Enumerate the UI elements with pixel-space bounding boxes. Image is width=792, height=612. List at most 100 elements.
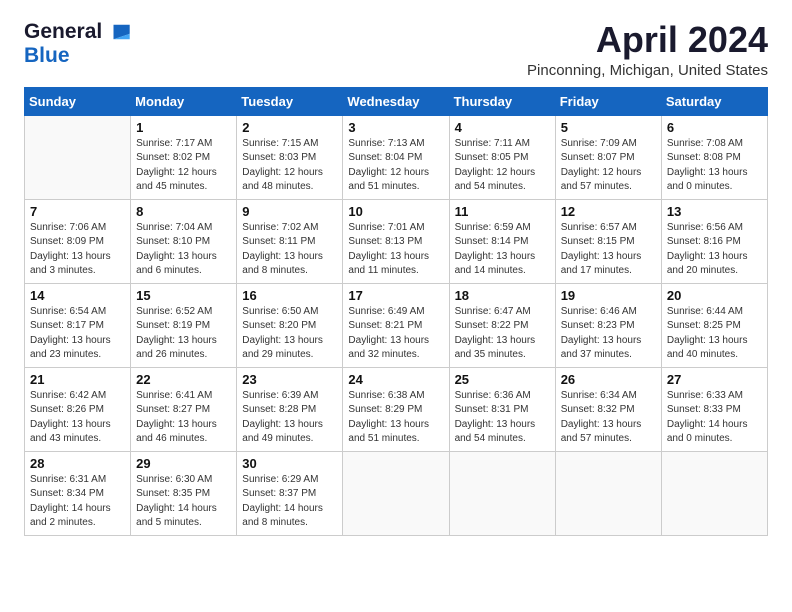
day-number: 16 bbox=[242, 288, 337, 303]
day-cell: 21 Sunrise: 6:42 AM Sunset: 8:26 PM Dayli… bbox=[25, 367, 131, 451]
logo-general: General bbox=[24, 20, 102, 44]
location-title: Pinconning, Michigan, United States bbox=[527, 62, 768, 79]
day-number: 24 bbox=[348, 372, 443, 387]
header-monday: Monday bbox=[131, 87, 237, 115]
day-info: Sunrise: 6:33 AM Sunset: 8:33 PM Dayligh… bbox=[667, 389, 762, 447]
day-number: 21 bbox=[30, 372, 125, 387]
day-info: Sunrise: 7:17 AM Sunset: 8:02 PM Dayligh… bbox=[136, 137, 231, 195]
day-cell: 8Sunrise: 7:04 AM Sunset: 8:10 PM Daylig… bbox=[131, 199, 237, 283]
day-cell bbox=[25, 115, 131, 199]
day-number: 10 bbox=[348, 204, 443, 219]
header-row: SundayMondayTuesdayWednesdayThursdayFrid… bbox=[25, 87, 768, 115]
logo-icon bbox=[104, 23, 132, 41]
day-info: Sunrise: 6:59 AM Sunset: 8:14 PM Dayligh… bbox=[455, 221, 550, 279]
day-info: Sunrise: 6:34 AM Sunset: 8:32 PM Dayligh… bbox=[561, 389, 656, 447]
day-cell: 3 Sunrise: 7:13 AM Sunset: 8:04 PM Daylig… bbox=[343, 115, 449, 199]
day-cell: 14 Sunrise: 6:54 AM Sunset: 8:17 PM Dayli… bbox=[25, 283, 131, 367]
day-info: Sunrise: 6:39 AM Sunset: 8:28 PM Dayligh… bbox=[242, 389, 337, 447]
day-info: Sunrise: 6:44 AM Sunset: 8:25 PM Dayligh… bbox=[667, 305, 762, 363]
day-info: Sunrise: 6:38 AM Sunset: 8:29 PM Dayligh… bbox=[348, 389, 443, 447]
day-number: 29 bbox=[136, 456, 231, 471]
day-cell: 27Sunrise: 6:33 AM Sunset: 8:33 PM Dayli… bbox=[661, 367, 767, 451]
day-info: Sunrise: 7:13 AM Sunset: 8:04 PM Dayligh… bbox=[348, 137, 443, 195]
day-cell bbox=[661, 451, 767, 535]
page-header: General Blue April 2024 Pinconning, Mich… bbox=[24, 20, 768, 79]
calendar-table: SundayMondayTuesdayWednesdayThursdayFrid… bbox=[24, 87, 768, 536]
day-cell bbox=[555, 451, 661, 535]
day-info: Sunrise: 7:11 AM Sunset: 8:05 PM Dayligh… bbox=[455, 137, 550, 195]
day-number: 6 bbox=[667, 120, 762, 135]
day-cell: 15 Sunrise: 6:52 AM Sunset: 8:19 PM Dayli… bbox=[131, 283, 237, 367]
day-number: 15 bbox=[136, 288, 231, 303]
day-number: 17 bbox=[348, 288, 443, 303]
week-row-5: 28Sunrise: 6:31 AM Sunset: 8:34 PM Dayli… bbox=[25, 451, 768, 535]
logo-blue: Blue bbox=[24, 44, 70, 67]
day-cell: 23 Sunrise: 6:39 AM Sunset: 8:28 PM Dayli… bbox=[237, 367, 343, 451]
day-number: 28 bbox=[30, 456, 125, 471]
week-row-3: 14 Sunrise: 6:54 AM Sunset: 8:17 PM Dayli… bbox=[25, 283, 768, 367]
day-cell: 12Sunrise: 6:57 AM Sunset: 8:15 PM Dayli… bbox=[555, 199, 661, 283]
day-number: 14 bbox=[30, 288, 125, 303]
day-cell: 13Sunrise: 6:56 AM Sunset: 8:16 PM Dayli… bbox=[661, 199, 767, 283]
day-number: 9 bbox=[242, 204, 337, 219]
day-number: 7 bbox=[30, 204, 125, 219]
day-cell: 10 Sunrise: 7:01 AM Sunset: 8:13 PM Dayli… bbox=[343, 199, 449, 283]
day-info: Sunrise: 6:42 AM Sunset: 8:26 PM Dayligh… bbox=[30, 389, 125, 447]
day-cell: 5Sunrise: 7:09 AM Sunset: 8:07 PM Daylig… bbox=[555, 115, 661, 199]
day-cell: 26 Sunrise: 6:34 AM Sunset: 8:32 PM Dayli… bbox=[555, 367, 661, 451]
day-number: 30 bbox=[242, 456, 337, 471]
day-number: 26 bbox=[561, 372, 656, 387]
day-number: 18 bbox=[455, 288, 550, 303]
day-cell: 28Sunrise: 6:31 AM Sunset: 8:34 PM Dayli… bbox=[25, 451, 131, 535]
header-saturday: Saturday bbox=[661, 87, 767, 115]
day-info: Sunrise: 6:30 AM Sunset: 8:35 PM Dayligh… bbox=[136, 473, 231, 531]
day-number: 22 bbox=[136, 372, 231, 387]
header-wednesday: Wednesday bbox=[343, 87, 449, 115]
day-number: 4 bbox=[455, 120, 550, 135]
day-cell: 19 Sunrise: 6:46 AM Sunset: 8:23 PM Dayli… bbox=[555, 283, 661, 367]
day-cell: 6 Sunrise: 7:08 AM Sunset: 8:08 PM Daylig… bbox=[661, 115, 767, 199]
day-cell: 22 Sunrise: 6:41 AM Sunset: 8:27 PM Dayli… bbox=[131, 367, 237, 451]
day-info: Sunrise: 6:46 AM Sunset: 8:23 PM Dayligh… bbox=[561, 305, 656, 363]
week-row-1: 1Sunrise: 7:17 AM Sunset: 8:02 PM Daylig… bbox=[25, 115, 768, 199]
day-info: Sunrise: 6:50 AM Sunset: 8:20 PM Dayligh… bbox=[242, 305, 337, 363]
title-area: April 2024 Pinconning, Michigan, United … bbox=[527, 20, 768, 79]
day-info: Sunrise: 6:52 AM Sunset: 8:19 PM Dayligh… bbox=[136, 305, 231, 363]
day-cell: 16 Sunrise: 6:50 AM Sunset: 8:20 PM Dayli… bbox=[237, 283, 343, 367]
day-cell: 17Sunrise: 6:49 AM Sunset: 8:21 PM Dayli… bbox=[343, 283, 449, 367]
day-cell: 1Sunrise: 7:17 AM Sunset: 8:02 PM Daylig… bbox=[131, 115, 237, 199]
day-cell bbox=[343, 451, 449, 535]
day-info: Sunrise: 6:41 AM Sunset: 8:27 PM Dayligh… bbox=[136, 389, 231, 447]
day-info: Sunrise: 7:15 AM Sunset: 8:03 PM Dayligh… bbox=[242, 137, 337, 195]
day-info: Sunrise: 6:36 AM Sunset: 8:31 PM Dayligh… bbox=[455, 389, 550, 447]
day-cell: 24 Sunrise: 6:38 AM Sunset: 8:29 PM Dayli… bbox=[343, 367, 449, 451]
day-cell: 4 Sunrise: 7:11 AM Sunset: 8:05 PM Daylig… bbox=[449, 115, 555, 199]
day-info: Sunrise: 7:08 AM Sunset: 8:08 PM Dayligh… bbox=[667, 137, 762, 195]
day-number: 5 bbox=[561, 120, 656, 135]
day-cell: 11Sunrise: 6:59 AM Sunset: 8:14 PM Dayli… bbox=[449, 199, 555, 283]
day-cell: 30 Sunrise: 6:29 AM Sunset: 8:37 PM Dayli… bbox=[237, 451, 343, 535]
day-info: Sunrise: 7:06 AM Sunset: 8:09 PM Dayligh… bbox=[30, 221, 125, 279]
day-info: Sunrise: 6:47 AM Sunset: 8:22 PM Dayligh… bbox=[455, 305, 550, 363]
day-number: 19 bbox=[561, 288, 656, 303]
day-info: Sunrise: 7:02 AM Sunset: 8:11 PM Dayligh… bbox=[242, 221, 337, 279]
day-info: Sunrise: 7:01 AM Sunset: 8:13 PM Dayligh… bbox=[348, 221, 443, 279]
header-tuesday: Tuesday bbox=[237, 87, 343, 115]
day-cell: 29 Sunrise: 6:30 AM Sunset: 8:35 PM Dayli… bbox=[131, 451, 237, 535]
day-number: 13 bbox=[667, 204, 762, 219]
day-number: 23 bbox=[242, 372, 337, 387]
logo: General Blue bbox=[24, 20, 132, 68]
day-cell bbox=[449, 451, 555, 535]
day-info: Sunrise: 6:29 AM Sunset: 8:37 PM Dayligh… bbox=[242, 473, 337, 531]
week-row-2: 7 Sunrise: 7:06 AM Sunset: 8:09 PM Daylig… bbox=[25, 199, 768, 283]
day-number: 12 bbox=[561, 204, 656, 219]
day-number: 3 bbox=[348, 120, 443, 135]
day-number: 2 bbox=[242, 120, 337, 135]
header-thursday: Thursday bbox=[449, 87, 555, 115]
day-cell: 9 Sunrise: 7:02 AM Sunset: 8:11 PM Daylig… bbox=[237, 199, 343, 283]
day-info: Sunrise: 6:54 AM Sunset: 8:17 PM Dayligh… bbox=[30, 305, 125, 363]
day-cell: 2 Sunrise: 7:15 AM Sunset: 8:03 PM Daylig… bbox=[237, 115, 343, 199]
day-cell: 7 Sunrise: 7:06 AM Sunset: 8:09 PM Daylig… bbox=[25, 199, 131, 283]
week-row-4: 21 Sunrise: 6:42 AM Sunset: 8:26 PM Dayli… bbox=[25, 367, 768, 451]
day-number: 25 bbox=[455, 372, 550, 387]
